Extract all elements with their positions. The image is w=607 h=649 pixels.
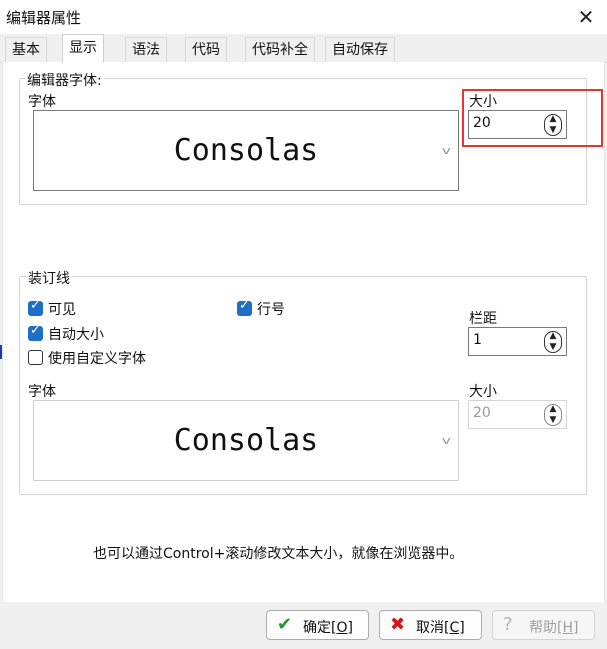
cross-icon: ✖ (390, 614, 406, 635)
editor-font-group-title: 编辑器字体: (25, 70, 104, 90)
visible-checkbox-label: 可见 (48, 302, 76, 318)
tab-code-completion[interactable]: 代码补全 (245, 37, 315, 63)
decrement-arrow-icon[interactable]: ▼ (544, 342, 562, 353)
ok-button-text: 确定[O] (303, 617, 353, 637)
tab-syntax[interactable]: 语法 (125, 37, 167, 63)
margin-value: 1 (473, 332, 482, 348)
help-shortcut: [H] (557, 620, 579, 636)
editor-font-select[interactable]: Consolas v (33, 110, 459, 191)
line-numbers-checkbox[interactable] (237, 298, 252, 316)
gutter-font-label: 字体 (28, 384, 56, 400)
cancel-button-label: 取消 (416, 620, 444, 636)
spinner-arrows: ▲ ▼ (544, 331, 562, 353)
spinner-arrows: ▲ ▼ (544, 404, 562, 426)
increment-arrow-icon[interactable]: ▲ (544, 404, 562, 415)
help-icon: ? (503, 614, 513, 635)
help-button-label: 帮助 (529, 620, 557, 636)
margin-spinner[interactable]: 1 ▲ ▼ (468, 327, 567, 356)
help-button[interactable]: ? 帮助[H] (492, 610, 595, 640)
title-bar (0, 0, 607, 34)
visible-checkbox[interactable] (28, 298, 43, 316)
decrement-arrow-icon[interactable]: ▼ (544, 415, 562, 426)
ok-button[interactable]: ✔ 确定[O] (266, 610, 369, 640)
tab-code[interactable]: 代码 (185, 37, 227, 63)
tab-basic[interactable]: 基本 (5, 37, 47, 63)
cancel-button-text: 取消[C] (416, 617, 465, 637)
custom-font-checkbox-label: 使用自定义字体 (48, 351, 146, 367)
highlight-annotation-box (462, 89, 603, 147)
auto-size-checkbox[interactable] (28, 323, 43, 341)
chevron-down-icon: v (442, 144, 452, 157)
editor-font-label: 字体 (28, 94, 56, 110)
chevron-down-icon: v (442, 434, 452, 447)
line-numbers-checkbox-label: 行号 (257, 302, 285, 318)
custom-font-checkbox[interactable] (28, 350, 43, 365)
editor-font-preview: Consolas (173, 133, 319, 168)
hint-text: 也可以通过Control+滚动修改文本大小，就像在浏览器中。 (93, 546, 464, 562)
cancel-shortcut: [C] (444, 620, 465, 636)
gutter-font-preview: Consolas (173, 423, 319, 458)
auto-size-checkbox-label: 自动大小 (48, 327, 104, 343)
tab-autosave[interactable]: 自动保存 (325, 37, 395, 63)
close-icon[interactable]: ✕ (572, 3, 600, 31)
gutter-font-select[interactable]: Consolas v (33, 400, 459, 481)
window-edge-marker (0, 345, 2, 359)
increment-arrow-icon[interactable]: ▲ (544, 331, 562, 342)
checkmark-icon: ✔ (277, 614, 293, 635)
gutter-size-value: 20 (473, 405, 491, 421)
gutter-group-title: 装订线 (26, 268, 72, 288)
gutter-size-label: 大小 (469, 384, 497, 400)
ok-button-label: 确定 (303, 620, 331, 636)
margin-label: 栏距 (469, 311, 497, 327)
window-title: 编辑器属性 (6, 9, 82, 27)
tab-display[interactable]: 显示 (62, 34, 104, 63)
help-button-text: 帮助[H] (529, 617, 578, 637)
gutter-size-spinner[interactable]: 20 ▲ ▼ (468, 400, 567, 429)
ok-shortcut: [O] (331, 620, 353, 636)
cancel-button[interactable]: ✖ 取消[C] (379, 610, 482, 640)
